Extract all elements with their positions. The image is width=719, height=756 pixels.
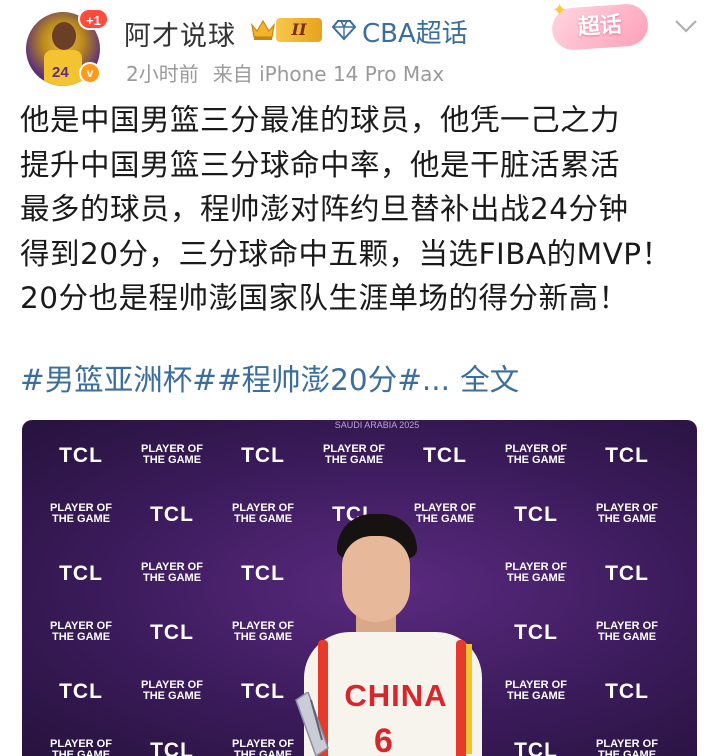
full-text-link[interactable]: 全文 (460, 363, 519, 397)
award-line-2: THE GAME (597, 631, 657, 643)
award-line-2: THE GAME (506, 454, 566, 466)
hashtag-link[interactable]: #男篮亚洲杯# (20, 363, 217, 397)
backdrop-tcl-logo: TCL (514, 739, 558, 756)
jersey-number: 6 (374, 722, 393, 756)
post-time: 2小时前 (126, 62, 199, 86)
award-line-2: THE GAME (506, 690, 566, 702)
backdrop-tcl-logo: TCL (150, 621, 194, 644)
mvp-trophy (295, 692, 329, 756)
backdrop-tcl-logo: TCL (150, 503, 194, 526)
backdrop-award-text: PLAYER OF THE GAME (582, 503, 672, 525)
award-line-2: THE GAME (142, 454, 202, 466)
post-tags: #男篮亚洲杯##程帅澎20分#... 全文 (20, 358, 519, 402)
post-image[interactable]: SAUDI ARABIA 2025 TCL PLAYER OF THE GAME TC… (22, 420, 697, 756)
verified-icon: v (79, 62, 101, 84)
post-source: 来自 iPhone 14 Pro Max (212, 62, 445, 86)
award-line-2: THE GAME (506, 572, 566, 584)
hashtag-link[interactable]: #程帅澎20分# (217, 363, 422, 397)
jersey-text: CHINA (344, 678, 448, 713)
backdrop-tcl-logo: TCL (59, 680, 103, 703)
level-badge[interactable]: II (276, 18, 322, 42)
backdrop-tcl-logo: TCL (605, 562, 649, 585)
post-line: 最多的球员，程帅澎对阵约旦替补出战24分钟 (20, 192, 629, 226)
backdrop-tcl-logo: TCL (241, 444, 285, 467)
star-icon: ✦ (552, 0, 568, 21)
backdrop-tcl-logo: TCL (605, 680, 649, 703)
backdrop-tcl-logo: TCL (59, 562, 103, 585)
post-header: 24 +1 v 阿才说球 II CBA超话 超话 ✦ 2小时前 来自 iPhone… (0, 0, 719, 92)
ellipsis: ... (421, 363, 451, 397)
diamond-icon (332, 20, 356, 41)
award-line-2: THE GAME (324, 454, 384, 466)
super-topic-link[interactable]: CBA超话 (362, 13, 468, 50)
backdrop-award-text: PLAYER OF THE GAME (127, 444, 217, 466)
award-line-2: THE GAME (51, 749, 111, 756)
chevron-down-icon[interactable] (674, 18, 698, 34)
backdrop-tcl-logo: TCL (423, 444, 467, 467)
backdrop-award-text: PLAYER OF THE GAME (491, 562, 581, 584)
crown-icon (251, 19, 275, 40)
backdrop-award-text: PLAYER OF THE GAME (36, 621, 126, 643)
plus-badge: +1 (78, 8, 109, 30)
backdrop-tcl-logo: TCL (514, 621, 558, 644)
post-line: 得到20分，三分球命中五颗，当选FIBA的MVP！ (20, 236, 672, 271)
backdrop-award-text: PLAYER OF THE GAME (127, 562, 217, 584)
post-line: 他是中国男篮三分最准的球员，他凭一己之力 (20, 103, 621, 137)
backdrop-award-text: PLAYER OF THE GAME (582, 621, 672, 643)
backdrop-award-text: PLAYER OF THE GAME (127, 680, 217, 702)
jersey-trim-yellow (466, 644, 472, 754)
backdrop-award-text: PLAYER OF THE GAME (36, 739, 126, 756)
backdrop-award-text: PLAYER OF THE GAME (582, 739, 672, 756)
backdrop-tcl-logo: TCL (59, 444, 103, 467)
award-line-2: THE GAME (142, 572, 202, 584)
award-line-2: THE GAME (597, 513, 657, 525)
backdrop-award-text: PLAYER OF THE GAME (36, 503, 126, 525)
award-line-2: THE GAME (51, 631, 111, 643)
avatar-head (52, 22, 76, 50)
award-line-2: THE GAME (597, 749, 657, 756)
avatar-jersey-number: 24 (52, 64, 69, 81)
player-face (342, 536, 410, 622)
award-line-2: THE GAME (142, 690, 202, 702)
backdrop-tcl-logo: TCL (514, 503, 558, 526)
post-body: 他是中国男篮三分最准的球员，他凭一己之力 提升中国男篮三分球命中率，他是干脏活累… (20, 98, 710, 321)
post-meta: 2小时前 来自 iPhone 14 Pro Max (126, 58, 444, 87)
backdrop-award-text: PLAYER OF THE GAME (309, 444, 399, 466)
post-line: 提升中国男篮三分球命中率，他是干脏活累活 (20, 147, 621, 182)
username[interactable]: 阿才说球 (124, 14, 236, 53)
post-line: 20分也是程帅澎国家队生涯单场的得分新高！ (20, 281, 629, 315)
award-line-2: THE GAME (51, 513, 111, 525)
backdrop-award-text: PLAYER OF THE GAME (491, 680, 581, 702)
backdrop-award-text: PLAYER OF THE GAME (491, 444, 581, 466)
backdrop-tcl-logo: TCL (150, 739, 194, 756)
backdrop-tcl-logo: TCL (605, 444, 649, 467)
